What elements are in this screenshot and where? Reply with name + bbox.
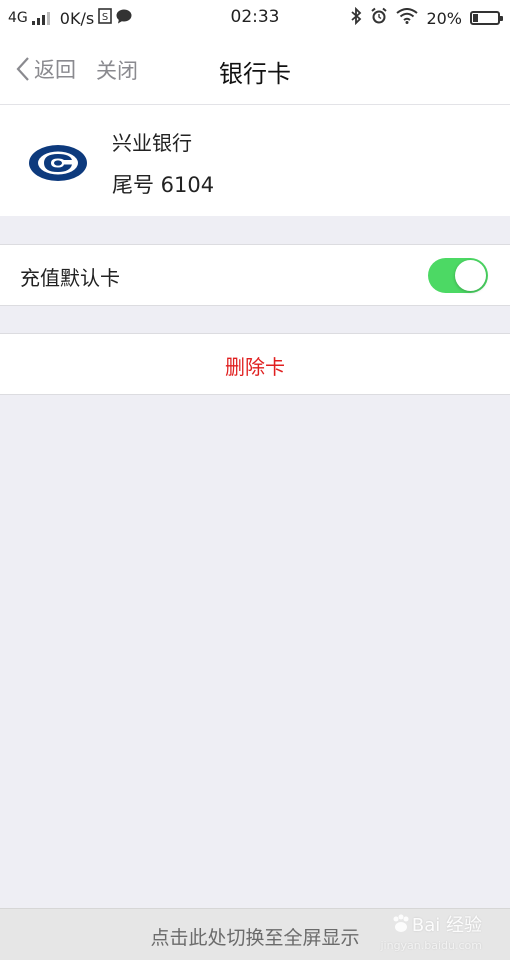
- alarm-icon: [370, 7, 388, 29]
- wifi-icon: [396, 8, 419, 28]
- bank-logo-icon: [29, 145, 87, 181]
- status-right: 20%: [350, 6, 503, 29]
- card-tail-number: 尾号 6104: [112, 173, 215, 197]
- battery-level: [473, 14, 478, 22]
- watermark-subtext: jingyan.baidu.com: [380, 939, 482, 952]
- baidu-watermark: Bai 经验 jingyan.baidu.com: [380, 911, 482, 952]
- default-card-row: 充值默认卡: [0, 244, 510, 306]
- delete-card-button[interactable]: 删除卡: [0, 333, 510, 395]
- toggle-knob: [455, 260, 486, 291]
- status-bar: 4G 0K/s S 02:33 20%: [0, 0, 510, 36]
- bottom-bar: 点击此处切换至全屏显示 Bai 经验 jingyan.baidu.com: [0, 908, 510, 960]
- bank-name: 兴业银行: [112, 131, 192, 155]
- battery-icon: [470, 11, 503, 25]
- bluetooth-icon: [350, 6, 362, 29]
- default-card-label: 充值默认卡: [20, 266, 120, 290]
- delete-card-label: 删除卡: [225, 355, 285, 379]
- page-title: 银行卡: [219, 60, 291, 88]
- battery-percent: 20%: [426, 8, 462, 28]
- bank-card: 兴业银行 尾号 6104: [0, 105, 510, 216]
- paw-icon: [393, 914, 409, 932]
- default-card-toggle[interactable]: [428, 258, 488, 293]
- nav-bar: 返回 关闭 银行卡: [0, 36, 510, 105]
- watermark-text: Bai 经验: [411, 915, 482, 936]
